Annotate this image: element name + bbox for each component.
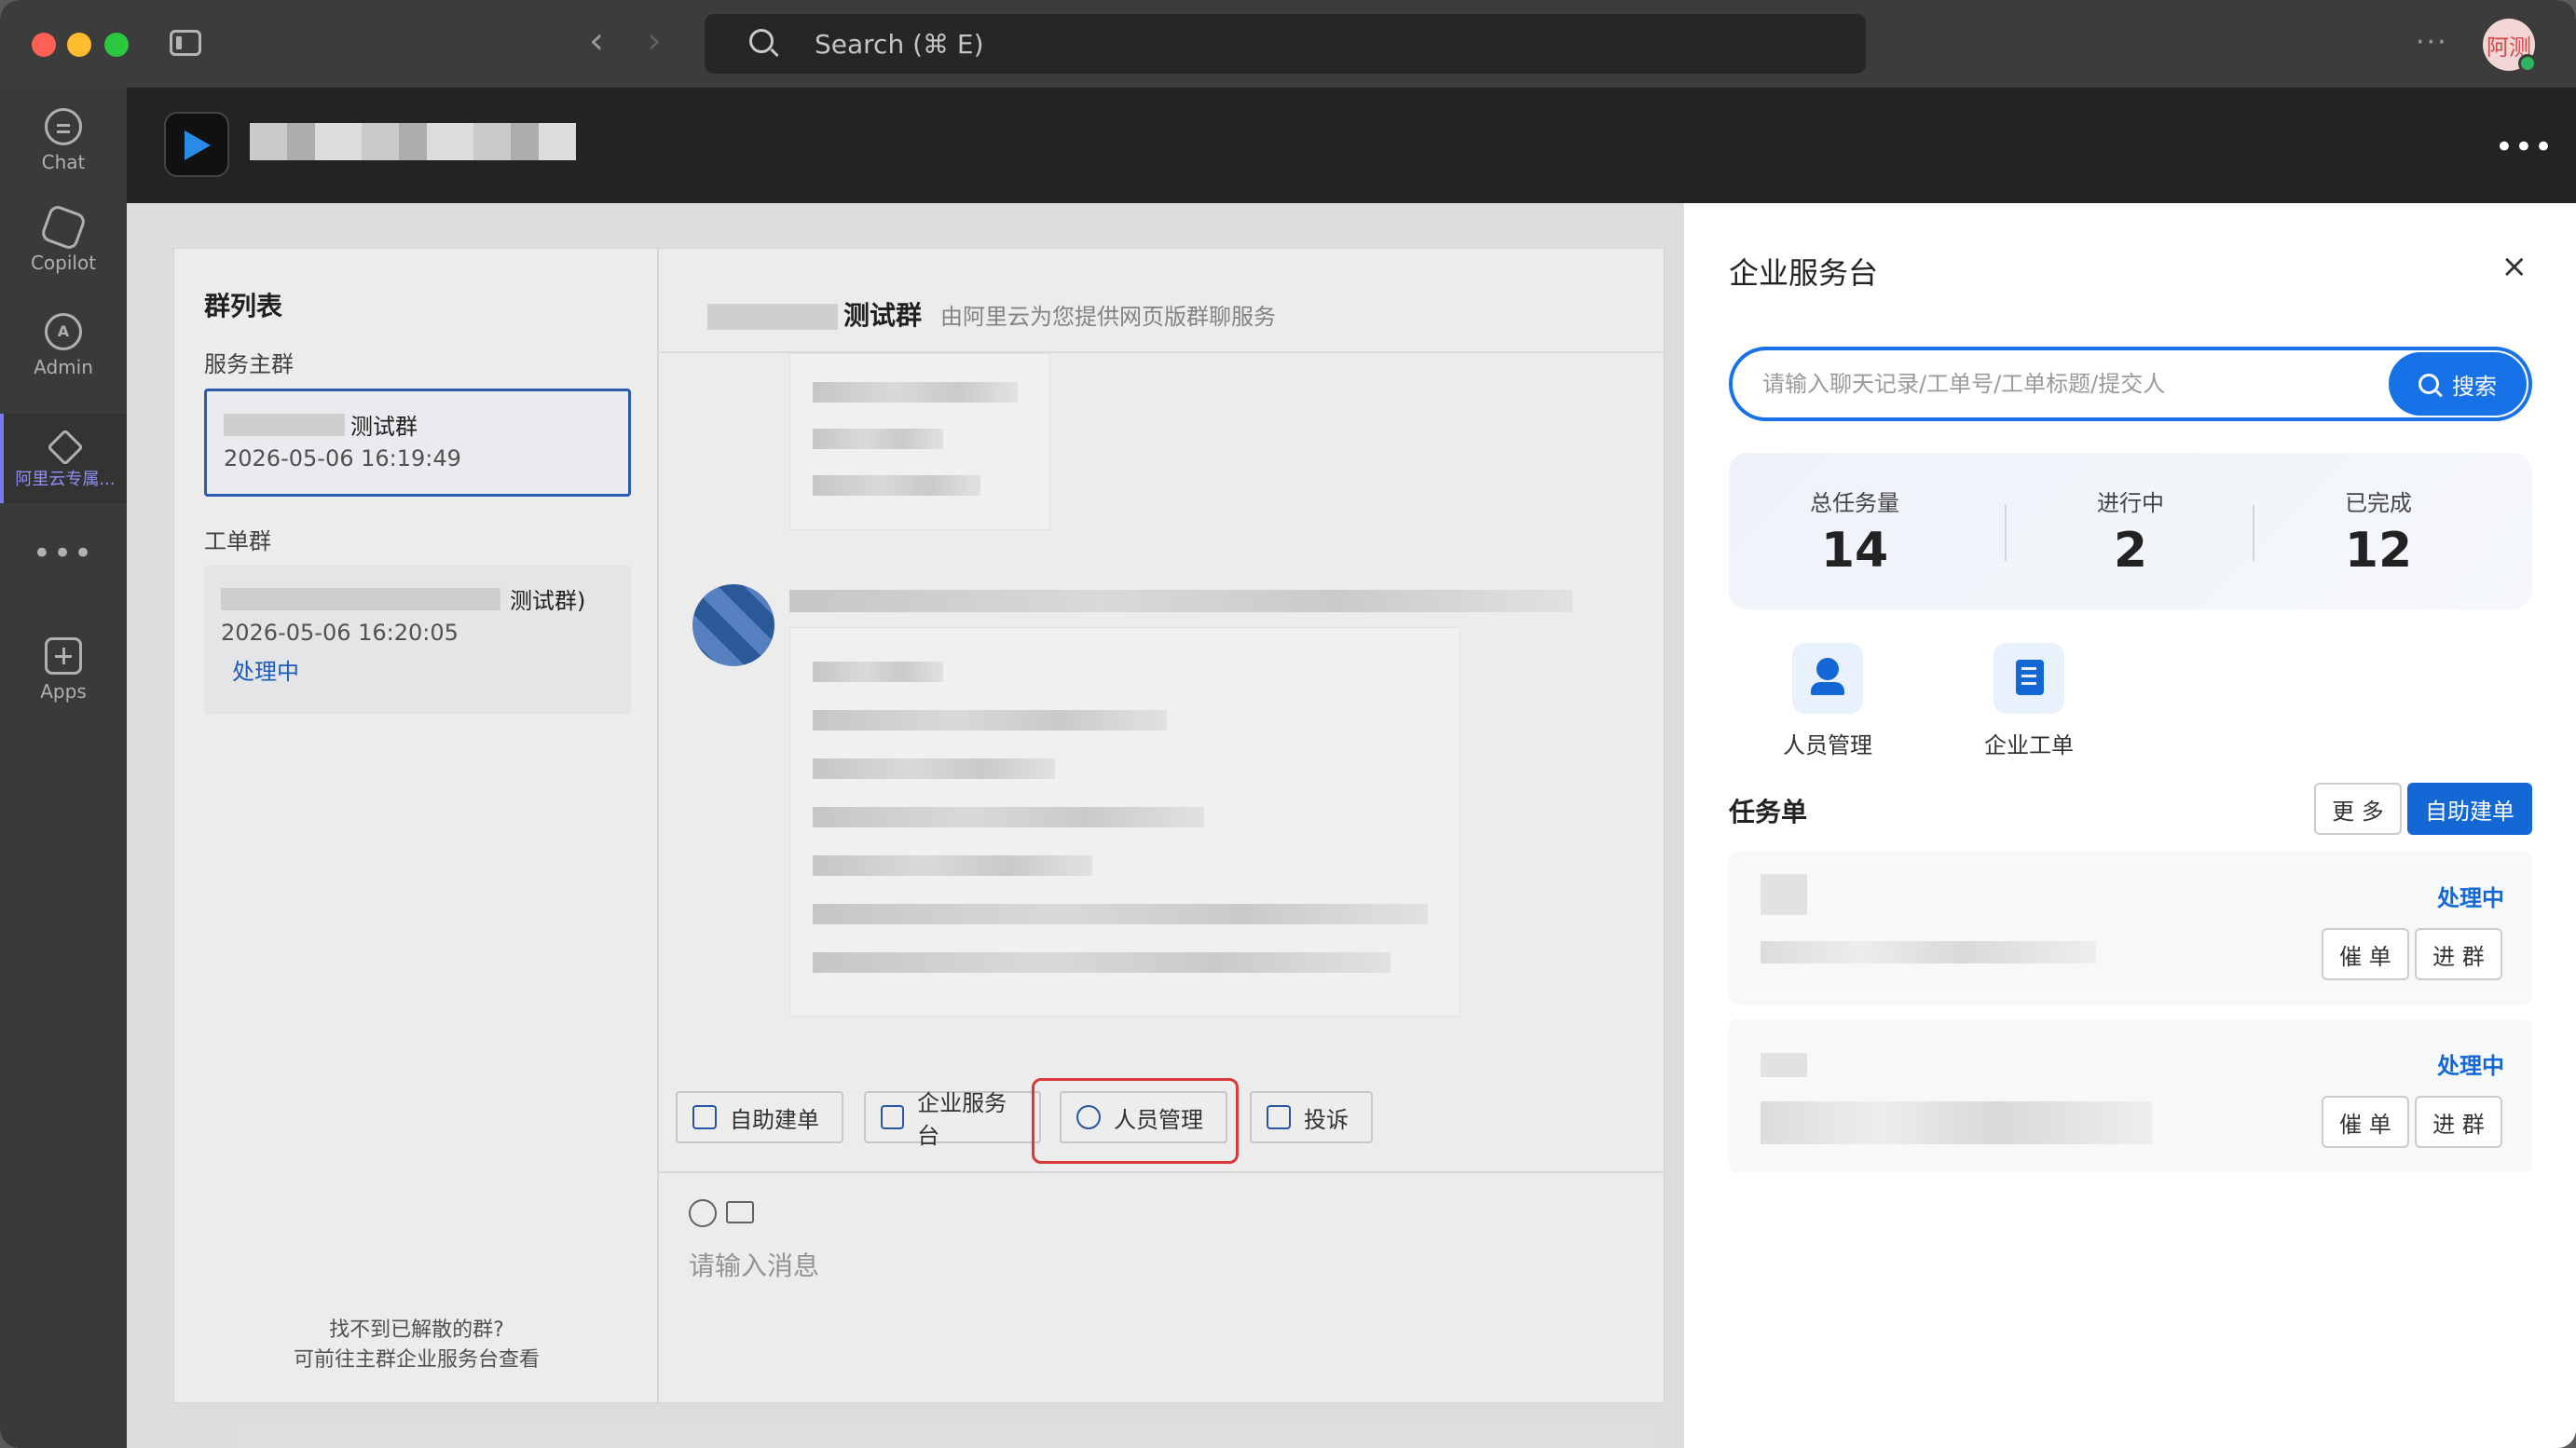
apps-icon (45, 637, 82, 675)
shortcut-member-management[interactable]: 人员管理 (1762, 643, 1893, 759)
shortcut-label: 企业工单 (1984, 732, 2074, 758)
modal-overlay[interactable] (127, 203, 1683, 1448)
minimize-window-button[interactable] (67, 33, 91, 57)
remind-button[interactable]: 催 单 (2322, 1096, 2409, 1148)
rail-item-apps[interactable]: Apps (0, 637, 127, 703)
global-search-bar[interactable]: Search (⌘ E) (705, 14, 1866, 74)
stat-label: 总任务量 (1810, 490, 1899, 516)
task-detail-redacted (1761, 1101, 2152, 1144)
stat-completed: 已完成 12 (2253, 485, 2504, 579)
stat-label: 已完成 (2345, 490, 2412, 516)
rail-item-chat[interactable]: Chat (0, 108, 127, 173)
rail-item-label: 阿里云专属... (15, 470, 116, 489)
rail-item-label: Chat (41, 151, 86, 173)
stat-in-progress: 进行中 2 (2005, 485, 2256, 579)
service-desk-drawer: 企业服务台 × 搜索 总任务量 14 进行中 2 已完成 12 (1683, 203, 2576, 1448)
rail-item-label: Copilot (30, 252, 97, 274)
task-stats: 总任务量 14 进行中 2 已完成 12 (1729, 453, 2532, 609)
search-button-label: 搜索 (2452, 373, 2497, 400)
person-icon (1811, 658, 1844, 695)
drawer-search: 搜索 (1729, 347, 2532, 421)
rail-item-aliyun[interactable]: 阿里云专属... (0, 414, 127, 503)
search-icon (2418, 374, 2439, 394)
copilot-icon (39, 203, 88, 252)
shortcut-label: 人员管理 (1783, 732, 1872, 758)
task-card[interactable]: 处理中 催 单 进 群 (1729, 1019, 2532, 1172)
drawer-title: 企业服务台 (1729, 255, 1879, 291)
task-title-redacted (1761, 1053, 1807, 1077)
create-ticket-button[interactable]: 自助建单 (2407, 783, 2532, 835)
stat-label: 进行中 (2097, 490, 2164, 516)
search-button[interactable]: 搜索 (2389, 352, 2527, 416)
search-icon (749, 29, 774, 53)
stat-value: 2 (2113, 523, 2148, 579)
app-header: ••• (127, 88, 2576, 203)
task-status: 处理中 (2437, 1053, 2504, 1079)
rail-more-label: ••• (32, 535, 95, 572)
join-group-button[interactable]: 进 群 (2415, 1096, 2502, 1148)
more-button[interactable]: 更 多 (2314, 783, 2402, 835)
task-status: 处理中 (2437, 885, 2504, 911)
back-arrow-icon[interactable]: ‹ (589, 22, 604, 60)
join-group-button[interactable]: 进 群 (2415, 928, 2502, 980)
user-avatar[interactable]: 阿测 (2483, 19, 2537, 73)
rail-item-copilot[interactable]: Copilot (0, 203, 127, 274)
more-options-icon[interactable]: ··· (2416, 26, 2448, 59)
app-logo-icon (164, 112, 229, 177)
stat-value: 12 (2344, 523, 2413, 579)
shortcut-enterprise-tickets[interactable]: 企业工单 (1964, 643, 2094, 759)
stat-total: 总任务量 14 (1729, 485, 1980, 579)
global-search-placeholder: Search (⌘ E) (815, 29, 984, 60)
close-window-button[interactable] (32, 33, 56, 57)
close-icon[interactable]: × (2501, 248, 2528, 285)
admin-icon: A (45, 313, 82, 350)
rail-item-label: Admin (34, 356, 93, 378)
stat-value: 14 (1820, 523, 1889, 579)
rail-item-admin[interactable]: A Admin (0, 313, 127, 378)
drawer-search-input[interactable] (1761, 363, 2357, 404)
left-navigation-rail: Chat Copilot A Admin 阿里云专属... ••• Apps (0, 88, 127, 1448)
aliyun-icon (47, 429, 84, 466)
rail-more-icon[interactable]: ••• (0, 535, 127, 572)
task-card[interactable]: 处理中 催 单 进 群 (1729, 852, 2532, 1004)
online-status-dot (2518, 54, 2537, 73)
task-title-redacted (1761, 874, 1807, 915)
chat-icon (45, 108, 82, 145)
app-window: ‹ › Search (⌘ E) ··· 阿测 Chat Copilot A A… (0, 0, 2576, 1448)
tasks-title: 任务单 (1729, 797, 1808, 827)
ticket-doc-icon (2016, 660, 2044, 695)
app-name-redacted (250, 123, 576, 160)
app-more-icon[interactable]: ••• (2495, 129, 2554, 166)
remind-button[interactable]: 催 单 (2322, 928, 2409, 980)
sidebar-toggle-icon[interactable] (170, 30, 201, 56)
maximize-window-button[interactable] (104, 33, 129, 57)
title-bar: ‹ › Search (⌘ E) ··· 阿测 (0, 0, 2576, 88)
task-detail-redacted (1761, 941, 2096, 963)
rail-item-label: Apps (40, 680, 87, 703)
forward-arrow-icon[interactable]: › (647, 22, 662, 60)
